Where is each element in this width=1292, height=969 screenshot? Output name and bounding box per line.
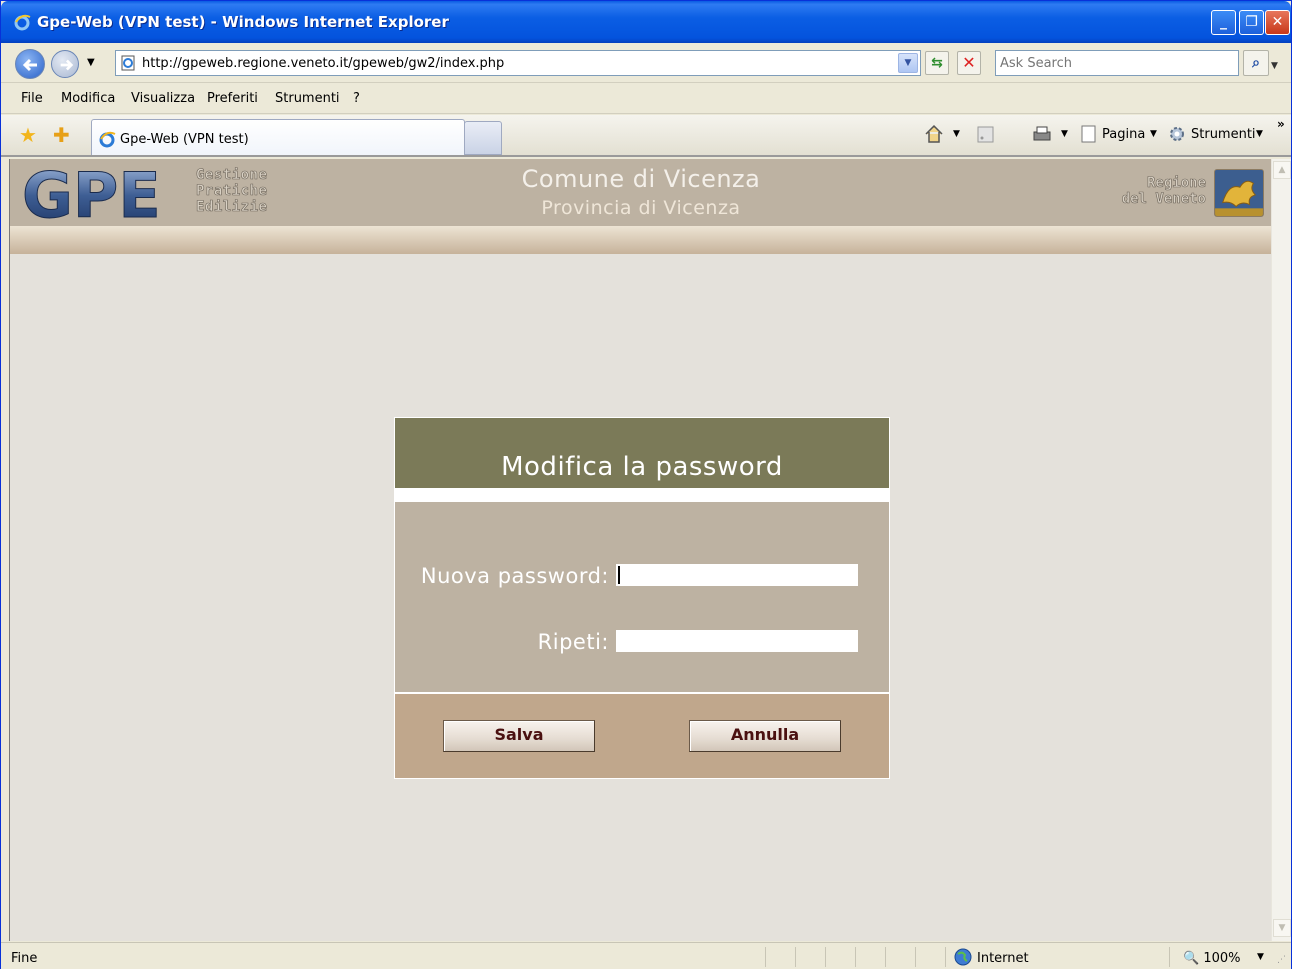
header-band — [10, 226, 1271, 254]
menu-bar: File Modifica Visualizza Preferiti Strum… — [1, 84, 1291, 114]
repeat-password-input[interactable] — [616, 630, 858, 652]
zoom-level[interactable]: 🔍 100% — [1183, 951, 1241, 966]
tools-menu-button[interactable]: Strumenti — [1191, 127, 1256, 142]
status-divider — [855, 947, 856, 967]
cancel-button[interactable]: Annulla — [689, 720, 841, 752]
print-dropdown-icon[interactable]: ▼ — [1061, 129, 1068, 139]
toolbar-overflow-icon[interactable]: » — [1277, 117, 1285, 131]
regione-line-1: Regione — [1146, 175, 1207, 192]
status-divider — [885, 947, 886, 967]
status-divider — [945, 947, 946, 967]
resize-grip-icon[interactable]: ⋰ — [1277, 955, 1289, 967]
print-icon[interactable] — [1031, 123, 1053, 145]
change-password-dialog: Modifica la password Nuova password: Rip… — [394, 417, 890, 779]
tab-toolbar: ★ ✚ Gpe-Web (VPN test) ▼ ▼ Pagina ▼ Stru… — [1, 115, 1291, 157]
home-dropdown-icon[interactable]: ▼ — [953, 129, 960, 139]
dialog-form: Nuova password: Ripeti: — [395, 502, 889, 692]
page-menu-icon[interactable] — [1078, 123, 1100, 145]
page-dropdown-icon[interactable]: ▼ — [1150, 129, 1157, 139]
menu-preferiti[interactable]: Preferiti — [207, 91, 258, 106]
zoom-icon: 🔍 — [1183, 951, 1200, 966]
page-icon — [121, 55, 135, 71]
window-title: Gpe-Web (VPN test) - Windows Internet Ex… — [37, 13, 449, 31]
tools-dropdown-icon[interactable]: ▼ — [1256, 129, 1263, 139]
status-divider — [765, 947, 766, 967]
home-icon[interactable] — [923, 123, 945, 145]
repeat-password-label: Ripeti: — [537, 630, 609, 654]
page-content: GPE Gestione Pratiche Edilizie Comune di… — [9, 159, 1271, 941]
browser-window: Gpe-Web (VPN test) - Windows Internet Ex… — [0, 0, 1292, 969]
forward-button[interactable] — [51, 50, 79, 78]
dialog-title-bar: Modifica la password — [395, 418, 889, 488]
address-bar[interactable]: http://gpeweb.regione.veneto.it/gpeweb/g… — [115, 50, 921, 76]
internet-zone-globe-icon[interactable] — [953, 947, 975, 967]
maximize-button[interactable]: ❐ — [1239, 10, 1264, 35]
url-text[interactable]: http://gpeweb.regione.veneto.it/gpeweb/g… — [142, 56, 504, 71]
back-button[interactable] — [15, 49, 45, 79]
title-bar: Gpe-Web (VPN test) - Windows Internet Ex… — [1, 1, 1291, 43]
menu-visualizza[interactable]: Visualizza — [131, 91, 195, 106]
favorites-center-icon[interactable]: ★ — [19, 125, 39, 145]
page-menu-button[interactable]: Pagina — [1102, 127, 1145, 142]
ie-page-icon — [99, 131, 116, 148]
refresh-button[interactable]: ⇆ — [925, 51, 949, 75]
stop-button[interactable]: ✕ — [957, 51, 981, 75]
text-cursor — [618, 566, 620, 584]
menu-modifica[interactable]: Modifica — [61, 91, 115, 106]
zoom-value: 100% — [1203, 951, 1241, 966]
security-zone-label[interactable]: Internet — [977, 951, 1029, 966]
menu-strumenti[interactable]: Strumenti — [275, 91, 340, 106]
zoom-dropdown-icon[interactable]: ▼ — [1257, 952, 1264, 962]
add-favorites-icon[interactable]: ✚ — [53, 125, 73, 145]
scroll-up-icon[interactable]: ▲ — [1273, 161, 1291, 179]
status-divider — [915, 947, 916, 967]
provincia-subtitle: Provincia di Vicenza — [541, 197, 741, 219]
save-button[interactable]: Salva — [443, 720, 595, 752]
minimize-button[interactable]: _ — [1211, 10, 1236, 35]
tab-label: Gpe-Web (VPN test) — [120, 132, 249, 147]
regione-line-2: del Veneto — [1121, 191, 1206, 208]
menu-file[interactable]: File — [21, 91, 43, 106]
scroll-down-icon[interactable]: ▼ — [1273, 919, 1291, 937]
dialog-title: Modifica la password — [501, 452, 783, 482]
search-input[interactable] — [996, 51, 1238, 75]
address-toolbar: ▼ http://gpeweb.regione.veneto.it/gpeweb… — [1, 43, 1291, 83]
gear-icon[interactable] — [1166, 123, 1188, 145]
new-password-label: Nuova password: — [420, 564, 609, 588]
dialog-footer: Salva Annulla — [395, 694, 889, 778]
search-icon[interactable]: ⌕ — [1243, 50, 1269, 76]
history-dropdown-icon[interactable]: ▼ — [87, 57, 95, 68]
new-password-input[interactable] — [616, 564, 858, 586]
feeds-icon[interactable] — [975, 123, 997, 145]
veneto-lion-icon — [1214, 169, 1264, 217]
status-divider — [825, 947, 826, 967]
address-dropdown-icon[interactable]: ▼ — [898, 53, 918, 73]
status-divider — [795, 947, 796, 967]
regione-label: Regione del Veneto — [1121, 175, 1207, 208]
ie-logo-icon — [14, 14, 31, 31]
back-arrow-icon — [22, 58, 37, 72]
status-text: Fine — [11, 951, 38, 966]
menu-help[interactable]: ? — [353, 91, 360, 106]
vertical-scrollbar[interactable]: ▲ ▼ — [1271, 159, 1291, 941]
site-header: GPE Gestione Pratiche Edilizie Comune di… — [10, 159, 1271, 226]
status-bar: Fine Internet 🔍 100% ▼ ⋰ — [1, 942, 1291, 969]
comune-title: Comune di Vicenza — [521, 165, 761, 193]
forward-arrow-icon — [60, 59, 74, 71]
close-button[interactable]: ✕ — [1265, 10, 1290, 35]
search-box[interactable] — [995, 50, 1239, 76]
new-tab-button[interactable] — [464, 121, 502, 155]
tab-gpe-web[interactable]: Gpe-Web (VPN test) — [91, 119, 465, 155]
status-divider — [1169, 947, 1170, 967]
search-options-dropdown-icon[interactable]: ▼ — [1271, 61, 1278, 71]
